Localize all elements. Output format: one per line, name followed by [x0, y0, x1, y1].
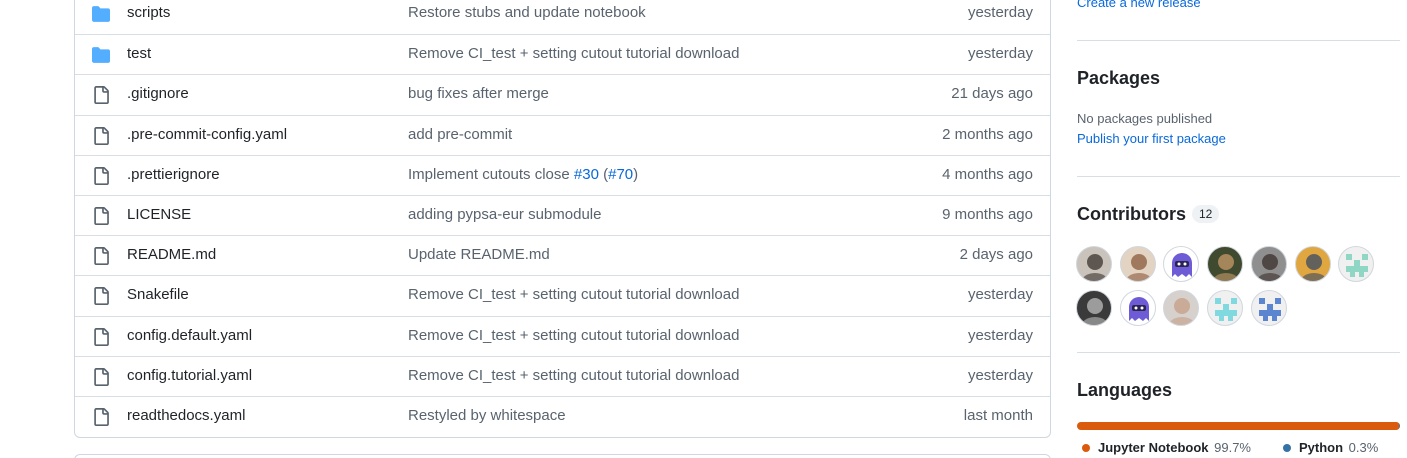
- file-icon: [92, 86, 110, 105]
- contributor-avatar[interactable]: [1119, 246, 1156, 282]
- issue-link[interactable]: #30: [574, 166, 599, 183]
- language-item[interactable]: Python 0.3%: [1283, 440, 1378, 455]
- file-row[interactable]: scripts Restore stubs and update notebook…: [75, 0, 1050, 34]
- file-icon: [92, 247, 110, 266]
- file-name-link[interactable]: test: [127, 45, 151, 62]
- readme-box: [74, 454, 1051, 458]
- file-name-link[interactable]: LICENSE: [127, 206, 191, 223]
- language-bar-segment: [1077, 422, 1400, 430]
- commit-message-link[interactable]: Remove CI_test + setting cutout tutorial…: [408, 327, 739, 344]
- language-name: Python: [1299, 440, 1344, 455]
- contributor-avatar[interactable]: [1163, 246, 1200, 282]
- file-row[interactable]: Snakefile Remove CI_test + setting cutout…: [75, 275, 1050, 315]
- commit-message-text: Implement cutouts close: [408, 165, 574, 183]
- contributor-avatar[interactable]: [1250, 290, 1287, 326]
- file-icon: [92, 327, 110, 346]
- contributor-avatar[interactable]: [1076, 246, 1112, 282]
- language-item[interactable]: Jupyter Notebook 99.7%: [1082, 440, 1251, 455]
- commit-time: yesterday: [967, 286, 1033, 304]
- file-row[interactable]: README.md Update README.md 2 days ago: [75, 235, 1050, 275]
- commit-message-link[interactable]: bug fixes after merge: [408, 85, 549, 102]
- folder-icon: [92, 5, 110, 23]
- language-percent: 99.7%: [1210, 440, 1251, 455]
- file-row[interactable]: config.default.yaml Remove CI_test + sett…: [75, 315, 1050, 356]
- commit-message-text: (: [598, 165, 609, 183]
- commit-time: 2 months ago: [942, 125, 1033, 143]
- no-packages-text: No packages published: [1077, 111, 1213, 126]
- file-name-link[interactable]: README.md: [127, 246, 216, 263]
- contributor-avatar[interactable]: [1119, 290, 1156, 326]
- commit-message-link[interactable]: adding pypsa-eur submodule: [408, 206, 601, 223]
- file-name-link[interactable]: scripts: [127, 4, 170, 21]
- contributor-avatar[interactable]: [1294, 246, 1331, 282]
- commit-message-link[interactable]: Implement cutouts close #30 (#70): [408, 166, 638, 183]
- file-icon: [92, 367, 110, 386]
- commit-time: yesterday: [967, 45, 1033, 63]
- file-name-link[interactable]: config.tutorial.yaml: [127, 367, 252, 384]
- language-name: Jupyter Notebook: [1098, 440, 1209, 455]
- contributor-avatar[interactable]: [1338, 246, 1375, 282]
- commit-message-link[interactable]: Remove CI_test + setting cutout tutorial…: [408, 45, 739, 62]
- divider: [1077, 40, 1400, 41]
- contributor-avatar[interactable]: [1250, 246, 1287, 282]
- contributors-title: Contributors: [1077, 204, 1186, 224]
- file-row[interactable]: readthedocs.yaml Restyled by whitespace la…: [75, 396, 1050, 436]
- commit-message-link[interactable]: Restyled by whitespace: [408, 407, 566, 424]
- commit-time: yesterday: [967, 326, 1033, 344]
- contributor-avatar[interactable]: [1076, 290, 1112, 326]
- folder-icon: [92, 46, 110, 64]
- file-row[interactable]: .prettierignore Implement cutouts close #…: [75, 154, 1050, 195]
- commit-time: 21 days ago: [951, 85, 1033, 103]
- file-row[interactable]: .pre-commit-config.yaml add pre-commit 2 m…: [75, 114, 1050, 155]
- divider: [1077, 176, 1400, 177]
- commit-message-link[interactable]: Update README.md: [408, 246, 550, 263]
- language-percent: 0.3%: [1345, 440, 1379, 455]
- file-row[interactable]: config.tutorial.yaml Remove CI_test + set…: [75, 355, 1050, 396]
- contributor-avatar[interactable]: [1163, 290, 1200, 326]
- file-row[interactable]: test Remove CI_test + setting cutout tuto…: [75, 34, 1050, 74]
- publish-package-link[interactable]: Publish your first package: [1077, 131, 1226, 146]
- languages-bar: [1077, 422, 1400, 430]
- commit-message-text: ): [633, 165, 639, 183]
- contributor-avatar[interactable]: [1207, 290, 1244, 326]
- commit-time: 4 months ago: [942, 165, 1033, 183]
- file-icon: [92, 166, 110, 185]
- divider: [1077, 352, 1400, 353]
- file-name-link[interactable]: readthedocs.yaml: [127, 407, 245, 424]
- language-bar-segment: [1399, 422, 1400, 430]
- commit-time: last month: [963, 407, 1033, 424]
- contributors-count-badge: 12: [1191, 205, 1220, 223]
- file-name-link[interactable]: config.default.yaml: [127, 327, 252, 344]
- file-icon: [92, 287, 110, 306]
- file-list: scripts Restore stubs and update notebook…: [74, 0, 1051, 438]
- pull-request-link[interactable]: #70: [608, 166, 633, 183]
- commit-time: yesterday: [967, 4, 1033, 21]
- file-name-link[interactable]: .pre-commit-config.yaml: [127, 126, 287, 143]
- commit-time: 9 months ago: [942, 206, 1033, 223]
- commit-time: yesterday: [967, 366, 1033, 384]
- language-color-dot: [1283, 444, 1291, 452]
- language-color-dot: [1082, 444, 1090, 452]
- contributors-heading[interactable]: Contributors 12: [1077, 204, 1220, 225]
- commit-message-link[interactable]: Remove CI_test + setting cutout tutorial…: [408, 286, 739, 303]
- contributor-avatar[interactable]: [1207, 246, 1244, 282]
- file-name-link[interactable]: Snakefile: [127, 286, 189, 303]
- packages-heading[interactable]: Packages: [1077, 68, 1160, 89]
- file-row[interactable]: LICENSE adding pypsa-eur submodule 9 month…: [75, 195, 1050, 235]
- file-icon: [92, 207, 110, 225]
- commit-message-link[interactable]: Restore stubs and update notebook: [408, 4, 646, 21]
- file-icon: [92, 408, 110, 426]
- commit-time: 2 days ago: [959, 246, 1033, 264]
- file-name-link[interactable]: .gitignore: [127, 85, 189, 102]
- languages-heading: Languages: [1077, 380, 1173, 400]
- create-release-link[interactable]: Create a new release: [1077, 0, 1201, 10]
- commit-message-link[interactable]: add pre-commit: [408, 126, 512, 143]
- file-name-link[interactable]: .prettierignore: [127, 166, 220, 183]
- commit-message-link[interactable]: Remove CI_test + setting cutout tutorial…: [408, 367, 739, 384]
- file-row[interactable]: .gitignore bug fixes after merge 21 days a…: [75, 74, 1050, 114]
- file-icon: [92, 126, 110, 145]
